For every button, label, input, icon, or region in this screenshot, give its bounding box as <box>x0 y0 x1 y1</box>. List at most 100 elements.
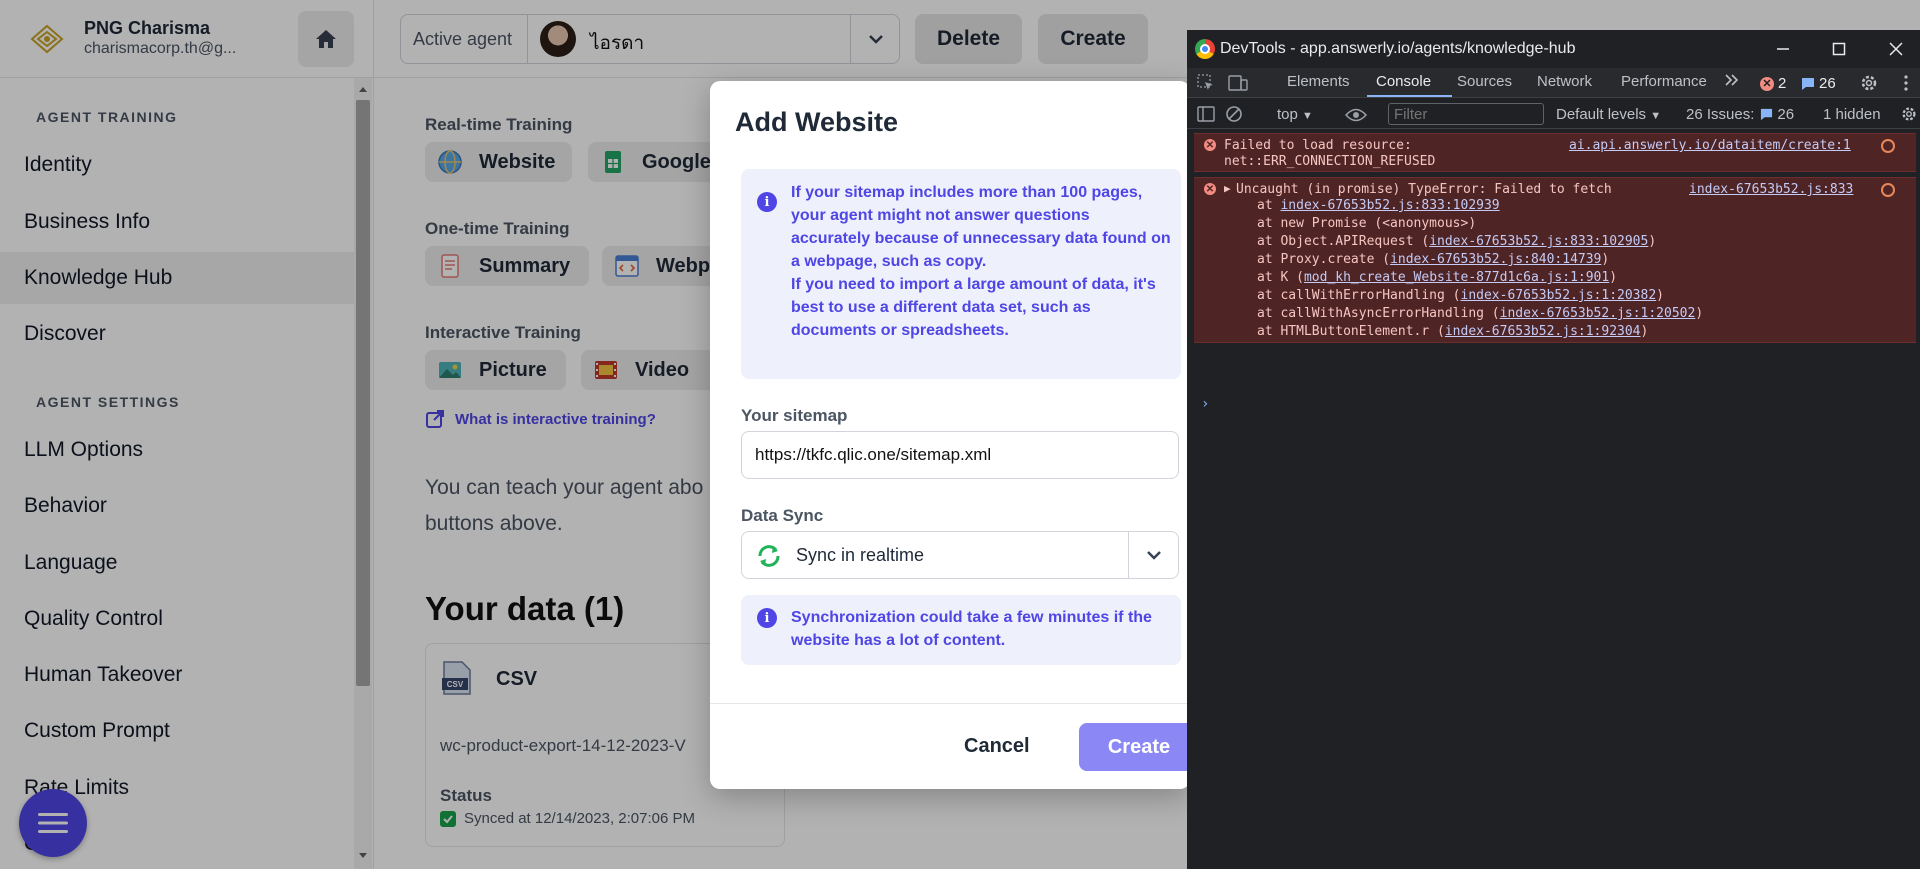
caret-down-icon: ▼ <box>1650 110 1662 122</box>
tab-performance[interactable]: Performance <box>1621 73 1707 90</box>
info-icon: i <box>757 192 777 212</box>
log-levels-value: Default levels <box>1556 106 1647 123</box>
console-filter-input[interactable] <box>1388 103 1544 125</box>
maximize-icon <box>1832 42 1846 56</box>
device-toolbar-icon[interactable] <box>1228 74 1248 92</box>
settings-gear-icon[interactable] <box>1859 73 1879 93</box>
error-1-line-2: net::ERR_CONNECTION_REFUSED <box>1224 154 1436 169</box>
error-2-ai-icon[interactable] <box>1881 183 1895 197</box>
stack-frame: at Object.APIRequest (index-67653b52.js:… <box>1257 234 1656 249</box>
add-website-modal: Add Website i If your sitemap includes m… <box>710 81 1190 789</box>
data-sync-toggle[interactable] <box>1128 532 1179 578</box>
stack-frame-suffix: ) <box>1601 252 1610 267</box>
app-root: PNG Charisma charismacorp.th@g... AGENT … <box>0 0 1920 869</box>
error-1-source-link[interactable]: ai.api.answerly.io/dataitem/create:1 <box>1569 138 1851 153</box>
stack-frame-text: at <box>1257 198 1281 213</box>
error-icon: ✕ <box>1204 183 1216 195</box>
console-error-2[interactable]: ✕ ▶ Uncaught (in promise) TypeError: Fai… <box>1194 177 1916 343</box>
stack-frame-link[interactable]: index-67653b52.js:840:14739 <box>1390 252 1601 267</box>
stack-frame-text: at HTMLButtonElement.r ( <box>1257 324 1445 339</box>
console-prompt[interactable]: › <box>1201 396 1209 412</box>
stack-frame-text: at Proxy.create ( <box>1257 252 1391 267</box>
stack-frame-suffix: ) <box>1640 324 1649 339</box>
eye-icon[interactable] <box>1345 107 1367 123</box>
sitemap-info-text-2: If you need to import a large amount of … <box>791 276 1156 339</box>
stack-frame-link[interactable]: index-67653b52.js:1:20382 <box>1461 288 1657 303</box>
stack-frame: at K (mod_kh_create_Website-877d1c6a.js:… <box>1257 270 1617 285</box>
tab-network[interactable]: Network <box>1537 73 1592 90</box>
data-sync-value: Sync in realtime <box>796 545 925 565</box>
inspect-element-icon[interactable] <box>1197 74 1215 92</box>
console-error-1[interactable]: ✕ Failed to load resource: net::ERR_CONN… <box>1194 133 1916 172</box>
stack-frame-link[interactable]: index-67653b52.js:833:102939 <box>1280 198 1499 213</box>
tab-elements[interactable]: Elements <box>1287 73 1350 90</box>
close-icon <box>1889 42 1903 56</box>
sidebar-toggle-icon[interactable] <box>1197 105 1215 123</box>
context-selector[interactable]: top ▼ <box>1277 106 1313 123</box>
close-window-button[interactable] <box>1876 34 1916 64</box>
message-icon <box>1802 77 1814 90</box>
issue-count: 26 <box>1819 75 1836 92</box>
stack-frame-text: at Object.APIRequest ( <box>1257 234 1430 249</box>
console-toolbar: top ▼ Default levels ▼ 26 Issues: 26 1 h… <box>1187 99 1920 129</box>
stack-frame-link[interactable]: index-67653b52.js:1:92304 <box>1445 324 1641 339</box>
clear-console-icon[interactable] <box>1225 105 1243 123</box>
error-icon: ✕ <box>1760 76 1774 91</box>
double-chevron-icon <box>1725 74 1739 86</box>
issues-label: 26 Issues: <box>1686 106 1755 123</box>
stack-frame-link[interactable]: mod_kh_create_Website-877d1c6a.js:1:901 <box>1304 270 1609 285</box>
devtools-window: DevTools - app.answerly.io/agents/knowle… <box>1187 30 1920 869</box>
stack-frame-suffix: ) <box>1609 270 1618 285</box>
context-value: top <box>1277 106 1298 123</box>
sync-icon <box>758 545 780 567</box>
issues-count: 26 <box>1777 106 1795 123</box>
create-website-button[interactable]: Create <box>1079 723 1190 771</box>
stack-frame: at callWithErrorHandling (index-67653b52… <box>1257 288 1664 303</box>
log-levels-dropdown[interactable]: Default levels ▼ <box>1556 106 1661 123</box>
stack-frame-text: at callWithAsyncErrorHandling ( <box>1257 306 1500 321</box>
minimize-button[interactable] <box>1763 34 1803 64</box>
info-icon: i <box>757 608 777 628</box>
sitemap-input[interactable] <box>741 431 1179 479</box>
expand-triangle-icon[interactable]: ▶ <box>1224 182 1231 195</box>
sitemap-info-box: i If your sitemap includes more than 100… <box>741 169 1181 379</box>
devtools-tabbar: Elements Console Sources Network Perform… <box>1187 68 1920 98</box>
error-2-message: Uncaught (in promise) TypeError: Failed … <box>1236 182 1612 197</box>
modal-title: Add Website <box>735 107 899 137</box>
message-icon <box>1761 108 1773 121</box>
devtools-titlebar: DevTools - app.answerly.io/agents/knowle… <box>1187 30 1920 68</box>
more-tabs-button[interactable] <box>1725 73 1739 90</box>
sync-info-text: Synchronization could take a few minutes… <box>791 609 1152 649</box>
stack-frame-suffix: ) <box>1656 288 1664 303</box>
stack-frame: at Proxy.create (index-67653b52.js:840:1… <box>1257 252 1609 267</box>
sitemap-label: Your sitemap <box>741 406 848 425</box>
stack-frame: at new Promise (<anonymous>) <box>1257 216 1476 231</box>
maximize-button[interactable] <box>1819 34 1859 64</box>
caret-down-icon: ▼ <box>1302 110 1313 122</box>
chevron-down-icon <box>1147 551 1161 560</box>
stack-frame-link[interactable]: index-67653b52.js:1:20502 <box>1500 306 1696 321</box>
data-sync-select[interactable]: Sync in realtime <box>741 531 1179 579</box>
stack-frame: at index-67653b52.js:833:102939 <box>1257 198 1500 213</box>
stack-frame-text: at callWithErrorHandling ( <box>1257 288 1461 303</box>
chrome-icon <box>1195 39 1215 59</box>
tab-sources[interactable]: Sources <box>1457 73 1512 90</box>
error-2-source-link[interactable]: index-67653b52.js:833 <box>1689 182 1853 197</box>
sync-info-box: i Synchronization could take a few minut… <box>741 595 1181 665</box>
issues-button[interactable]: 26 Issues: 26 <box>1686 106 1794 123</box>
stack-frame-text: at K ( <box>1257 270 1304 285</box>
error-counter[interactable]: ✕ 2 <box>1760 75 1786 92</box>
tab-console[interactable]: Console <box>1376 73 1431 90</box>
kebab-menu-icon[interactable] <box>1903 74 1909 92</box>
error-1-ai-icon[interactable] <box>1881 139 1895 153</box>
issue-counter[interactable]: 26 <box>1801 75 1836 92</box>
stack-frame-link[interactable]: index-67653b52.js:833:102905 <box>1429 234 1648 249</box>
stack-frame-suffix: ) <box>1648 234 1657 249</box>
stack-frame: at callWithAsyncErrorHandling (index-676… <box>1257 306 1703 321</box>
console-output: ✕ Failed to load resource: net::ERR_CONN… <box>1187 130 1920 869</box>
console-settings-icon[interactable] <box>1900 105 1918 123</box>
cancel-button[interactable]: Cancel <box>964 735 1030 758</box>
modal-divider <box>710 703 1190 704</box>
sitemap-info-text-1: If your sitemap includes more than 100 p… <box>791 184 1171 270</box>
stack-frame-suffix: ) <box>1695 306 1704 321</box>
